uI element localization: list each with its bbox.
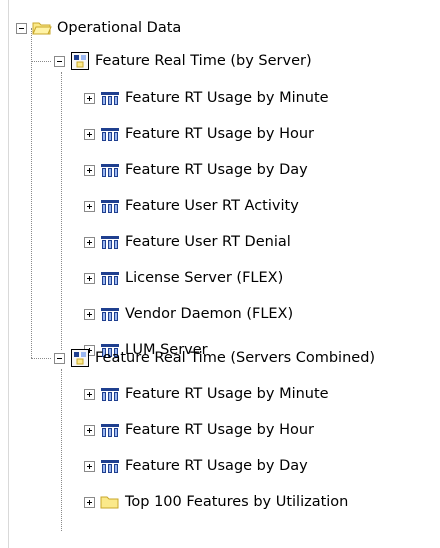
expand-toggle-icon[interactable] bbox=[84, 236, 95, 248]
expand-toggle-icon[interactable] bbox=[84, 388, 95, 400]
tree-node-label: Feature Real Time (Servers Combined) bbox=[95, 350, 376, 366]
tree-node-item[interactable]: Feature RT Usage by Minute bbox=[84, 382, 329, 406]
folder-open-icon bbox=[32, 22, 52, 35]
tree-node-item[interactable]: Feature User RT Activity bbox=[84, 194, 299, 218]
tree-node-item[interactable]: Feature RT Usage by Day bbox=[84, 158, 308, 182]
expand-toggle-icon[interactable] bbox=[84, 200, 95, 212]
expand-toggle-icon[interactable] bbox=[84, 308, 95, 320]
cube-icon bbox=[101, 308, 119, 321]
folder-icon bbox=[100, 496, 119, 509]
tree-node-group-servers-combined[interactable]: Feature Real Time (Servers Combined) bbox=[54, 346, 375, 370]
expand-toggle-icon[interactable] bbox=[84, 92, 95, 104]
tree-node-label: Feature RT Usage by Day bbox=[125, 162, 308, 178]
cube-icon bbox=[101, 388, 119, 401]
cube-icon bbox=[101, 460, 119, 473]
tree-connector bbox=[31, 28, 32, 358]
cube-icon bbox=[101, 164, 119, 177]
expand-toggle-icon[interactable] bbox=[84, 424, 95, 436]
tree-connector bbox=[61, 72, 62, 350]
tree-node-item[interactable]: Feature RT Usage by Day bbox=[84, 454, 308, 478]
tree-view: Operational Data Feature Real Time (by S… bbox=[0, 0, 440, 548]
left-border bbox=[8, 0, 9, 548]
tree-node-label: Top 100 Features by Utilization bbox=[125, 494, 349, 510]
tree-node-label: Feature Real Time (by Server) bbox=[95, 53, 312, 69]
tree-node-label: Feature RT Usage by Minute bbox=[125, 90, 329, 106]
report-group-icon bbox=[71, 349, 89, 367]
tree-node-label: Feature RT Usage by Hour bbox=[125, 126, 314, 142]
expand-toggle-icon[interactable] bbox=[84, 460, 95, 472]
tree-connector bbox=[61, 369, 62, 531]
expand-toggle-icon[interactable] bbox=[84, 128, 95, 140]
collapse-toggle-icon[interactable] bbox=[54, 55, 65, 67]
tree-node-item[interactable]: Feature RT Usage by Hour bbox=[84, 122, 314, 146]
expand-toggle-icon[interactable] bbox=[84, 164, 95, 176]
tree-node-item[interactable]: Feature RT Usage by Hour bbox=[84, 418, 314, 442]
tree-node-label: Operational Data bbox=[57, 20, 182, 36]
tree-node-label: Feature User RT Denial bbox=[125, 234, 291, 250]
tree-node-root[interactable]: Operational Data bbox=[16, 16, 181, 40]
tree-node-item[interactable]: Vendor Daemon (FLEX) bbox=[84, 302, 293, 326]
cube-icon bbox=[101, 128, 119, 141]
tree-node-label: License Server (FLEX) bbox=[125, 270, 284, 286]
tree-node-item[interactable]: Feature User RT Denial bbox=[84, 230, 291, 254]
tree-connector bbox=[31, 358, 51, 359]
tree-node-item[interactable]: Feature RT Usage by Minute bbox=[84, 86, 329, 110]
tree-node-group-by-server[interactable]: Feature Real Time (by Server) bbox=[54, 49, 312, 73]
cube-icon bbox=[101, 272, 119, 285]
cube-icon bbox=[101, 200, 119, 213]
report-group-icon bbox=[71, 52, 89, 70]
tree-node-label: Feature RT Usage by Minute bbox=[125, 386, 329, 402]
expand-toggle-icon[interactable] bbox=[84, 496, 95, 508]
tree-node-label: Feature RT Usage by Hour bbox=[125, 422, 314, 438]
expand-toggle-icon[interactable] bbox=[84, 272, 95, 284]
collapse-toggle-icon[interactable] bbox=[16, 22, 27, 34]
tree-node-item[interactable]: Top 100 Features by Utilization bbox=[84, 490, 348, 514]
tree-node-label: Vendor Daemon (FLEX) bbox=[125, 306, 294, 322]
tree-node-label: Feature RT Usage by Day bbox=[125, 458, 308, 474]
tree-connector bbox=[31, 61, 51, 62]
cube-icon bbox=[101, 424, 119, 437]
tree-node-item[interactable]: License Server (FLEX) bbox=[84, 266, 283, 290]
cube-icon bbox=[101, 92, 119, 105]
cube-icon bbox=[101, 236, 119, 249]
collapse-toggle-icon[interactable] bbox=[54, 352, 65, 364]
tree-node-label: Feature User RT Activity bbox=[125, 198, 299, 214]
